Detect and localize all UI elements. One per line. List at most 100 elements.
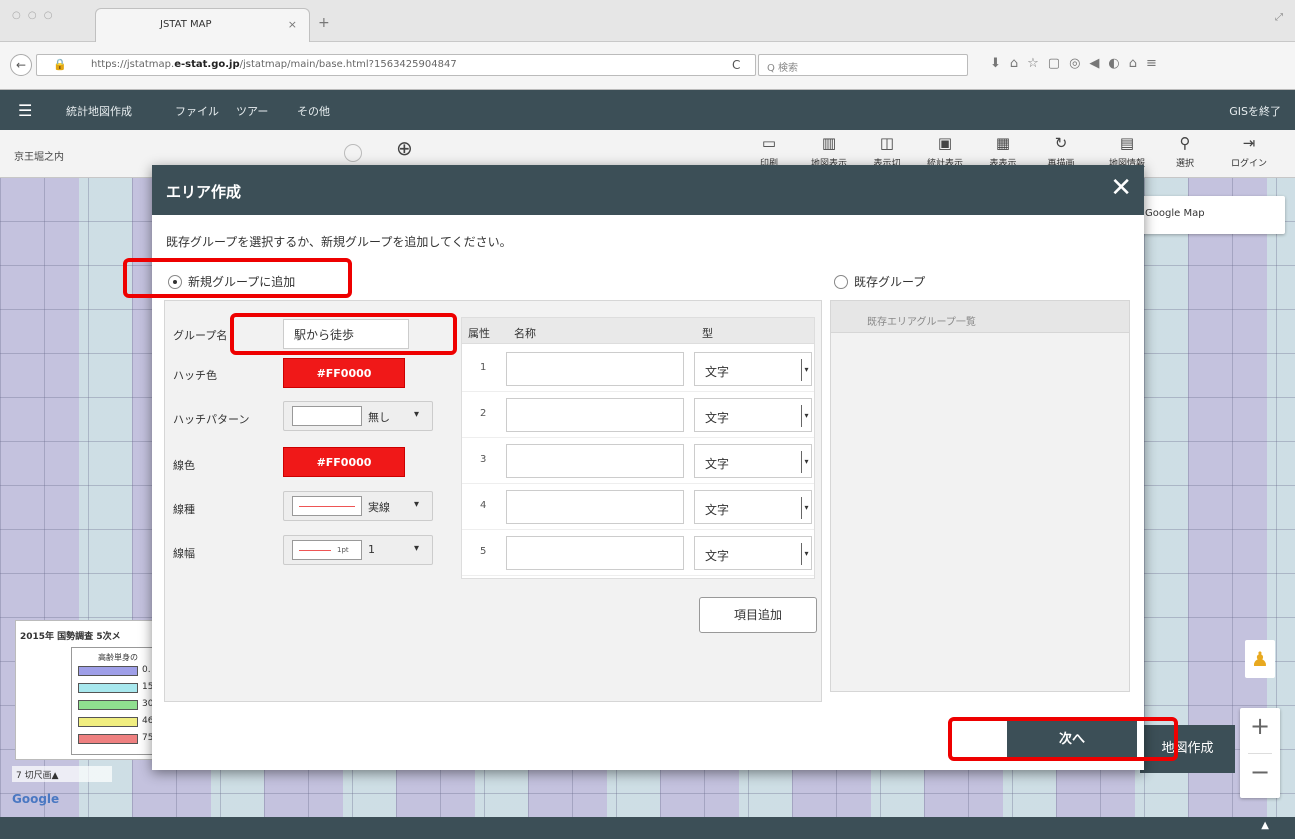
existing-group-list-header: 既存エリアグループ一覧	[831, 301, 1129, 333]
map-type-selector[interactable]: Google Map	[1135, 196, 1285, 234]
col-attribute: 属性	[468, 327, 490, 340]
url-text: https://jstatmap.e-stat.go.jp/jstatmap/m…	[91, 59, 457, 70]
tab-close-icon[interactable]: ×	[288, 18, 297, 31]
window-controls[interactable]: ○ ○ ○	[12, 10, 55, 21]
new-group-panel: グループ名 駅から徒歩 ハッチ色 #FF0000 ハッチパターン 無し ▾ 線色…	[164, 300, 822, 702]
menu-other[interactable]: その他	[297, 103, 330, 119]
tool-login[interactable]: ⇥ ログイン	[1224, 134, 1274, 169]
back-icon[interactable]: ←	[10, 54, 32, 76]
expand-up-icon[interactable]: ▲	[1261, 820, 1269, 831]
line-width-unit: 1pt	[337, 546, 349, 554]
menu-tour[interactable]: ツアー	[236, 103, 268, 119]
tool-map-display[interactable]: ▥ 地図表示	[804, 134, 854, 169]
zoom-in-button[interactable]: +	[1240, 712, 1280, 740]
window-icon: ◫	[879, 134, 895, 152]
legend-swatch	[78, 700, 138, 710]
line-width-value: 1	[368, 543, 375, 556]
hatch-color-label: ハッチ色	[173, 369, 217, 382]
legend-swatch	[78, 666, 138, 676]
table-icon: ▦	[995, 134, 1011, 152]
reload-icon[interactable]: C	[732, 58, 740, 72]
url-bar[interactable]: 🔒 https://jstatmap.e-stat.go.jp/jstatmap…	[36, 54, 756, 76]
fullscreen-icon[interactable]: ⤢	[1275, 12, 1283, 23]
menu-file[interactable]: ファイル	[175, 103, 219, 119]
grid-icon: ▣	[937, 134, 953, 152]
google-logo: Google	[12, 792, 60, 806]
dialog-instruction: 既存グループを選択するか、新規グループを追加してください。	[166, 235, 512, 249]
select-arrow-icon: ▾	[801, 543, 811, 565]
legend-subtitle: 高齢単身の	[98, 653, 138, 662]
hatch-pattern-select[interactable]: 無し ▾	[283, 401, 433, 431]
line-sample	[292, 496, 362, 516]
scale-label: 7 切尺画▲	[12, 766, 112, 782]
radio-existing-group-label[interactable]: 既存グループ	[854, 273, 925, 290]
line-width-stroke	[299, 550, 331, 551]
attribute-name-input[interactable]	[506, 444, 684, 478]
street-view-pegman-icon[interactable]: ♟	[1245, 640, 1275, 678]
hatch-color-button[interactable]: #FF0000	[283, 358, 405, 388]
tool-table-display[interactable]: ▦ 表表示	[978, 134, 1028, 169]
radio-existing-group[interactable]	[834, 275, 848, 289]
add-item-button[interactable]: 項目追加	[699, 597, 817, 633]
chevron-down-icon: ▾	[414, 409, 420, 420]
map-type-label: Google Map	[1145, 208, 1205, 219]
search-placeholder: Q 検索	[767, 63, 799, 74]
menu-stat-map[interactable]: 統計地図作成	[66, 103, 132, 119]
location-toggle[interactable]	[344, 144, 362, 162]
legend-swatch	[78, 683, 138, 693]
line-sample-stroke	[299, 506, 355, 507]
close-icon[interactable]: ✕	[1110, 173, 1132, 203]
line-type-label: 線種	[173, 503, 195, 516]
select-arrow-icon: ▾	[801, 405, 811, 427]
line-type-select[interactable]: 実線 ▾	[283, 491, 433, 521]
login-icon: ⇥	[1242, 134, 1256, 152]
highlight-group-name	[230, 313, 457, 355]
browser-search-input[interactable]: Q 検索	[758, 54, 968, 76]
calculator-icon: ▤	[1119, 134, 1135, 152]
person-icon: ⚲	[1179, 134, 1191, 152]
legend-title: 2015年 国勢調査 5次メ	[20, 632, 121, 642]
attribute-name-input[interactable]	[506, 536, 684, 570]
hatch-pattern-value: 無し	[368, 411, 390, 424]
line-width-select[interactable]: 1pt 1 ▾	[283, 535, 433, 565]
line-color-button[interactable]: #FF0000	[283, 447, 405, 477]
table-row: 3 文字 ▾	[462, 438, 814, 484]
table-row: 1 文字 ▾	[462, 346, 814, 392]
tool-map-info[interactable]: ▤ 地図情報	[1102, 134, 1152, 169]
attribute-type-select[interactable]: 文字 ▾	[694, 398, 812, 432]
browser-toolbar-icons[interactable]: ⬇⌂☆▢◎◀◐⌂≡	[990, 56, 1166, 71]
col-type: 型	[702, 327, 713, 340]
hamburger-menu-icon[interactable]: ☰	[18, 101, 32, 120]
group-name-label: グループ名	[173, 329, 228, 342]
tool-stat-display[interactable]: ▣ 統計表示	[920, 134, 970, 169]
dialog-header: エリア作成 ✕	[152, 165, 1144, 215]
select-arrow-icon: ▾	[801, 497, 811, 519]
tool-redraw[interactable]: ↻ 再描画	[1036, 134, 1086, 169]
zoom-control: + −	[1240, 708, 1280, 798]
app-header: ☰ 統計地図作成 ファイル ツアー その他 GISを終了	[0, 90, 1295, 130]
attribute-name-input[interactable]	[506, 352, 684, 386]
crosshair-icon[interactable]: ⊕	[396, 136, 413, 160]
browser-tab[interactable]: JSTAT MAP ×	[95, 8, 310, 42]
print-icon: ▭	[761, 134, 777, 152]
select-arrow-icon: ▾	[801, 359, 811, 381]
exit-gis-button[interactable]: GISを終了	[1229, 103, 1281, 119]
attribute-type-select[interactable]: 文字 ▾	[694, 536, 812, 570]
attribute-type-select[interactable]: 文字 ▾	[694, 444, 812, 478]
attribute-type-select[interactable]: 文字 ▾	[694, 352, 812, 386]
attribute-table: 属性 名称 型 1 文字 ▾ 2 文字 ▾ 3 文字 ▾ 4 文字 ▾ 5 文字…	[461, 317, 815, 579]
line-type-value: 実線	[368, 501, 390, 514]
highlight-next-button	[948, 717, 1178, 761]
zoom-out-button[interactable]: −	[1240, 758, 1280, 786]
existing-group-list-title: 既存エリアグループ一覧	[867, 317, 976, 328]
tool-select[interactable]: ⚲ 選択	[1160, 134, 1210, 169]
attribute-name-input[interactable]	[506, 398, 684, 432]
attribute-name-input[interactable]	[506, 490, 684, 524]
tool-print[interactable]: ▭ 印刷	[744, 134, 794, 169]
area-create-dialog: エリア作成 ✕ 既存グループを選択するか、新規グループを追加してください。 新規…	[152, 165, 1144, 770]
browser-nav-bar: ← 🔒 https://jstatmap.e-stat.go.jp/jstatm…	[0, 42, 1295, 90]
tool-display-switch[interactable]: ◫ 表示切	[862, 134, 912, 169]
refresh-icon: ↻	[1054, 134, 1068, 152]
new-tab-icon[interactable]: +	[318, 15, 330, 31]
attribute-type-select[interactable]: 文字 ▾	[694, 490, 812, 524]
